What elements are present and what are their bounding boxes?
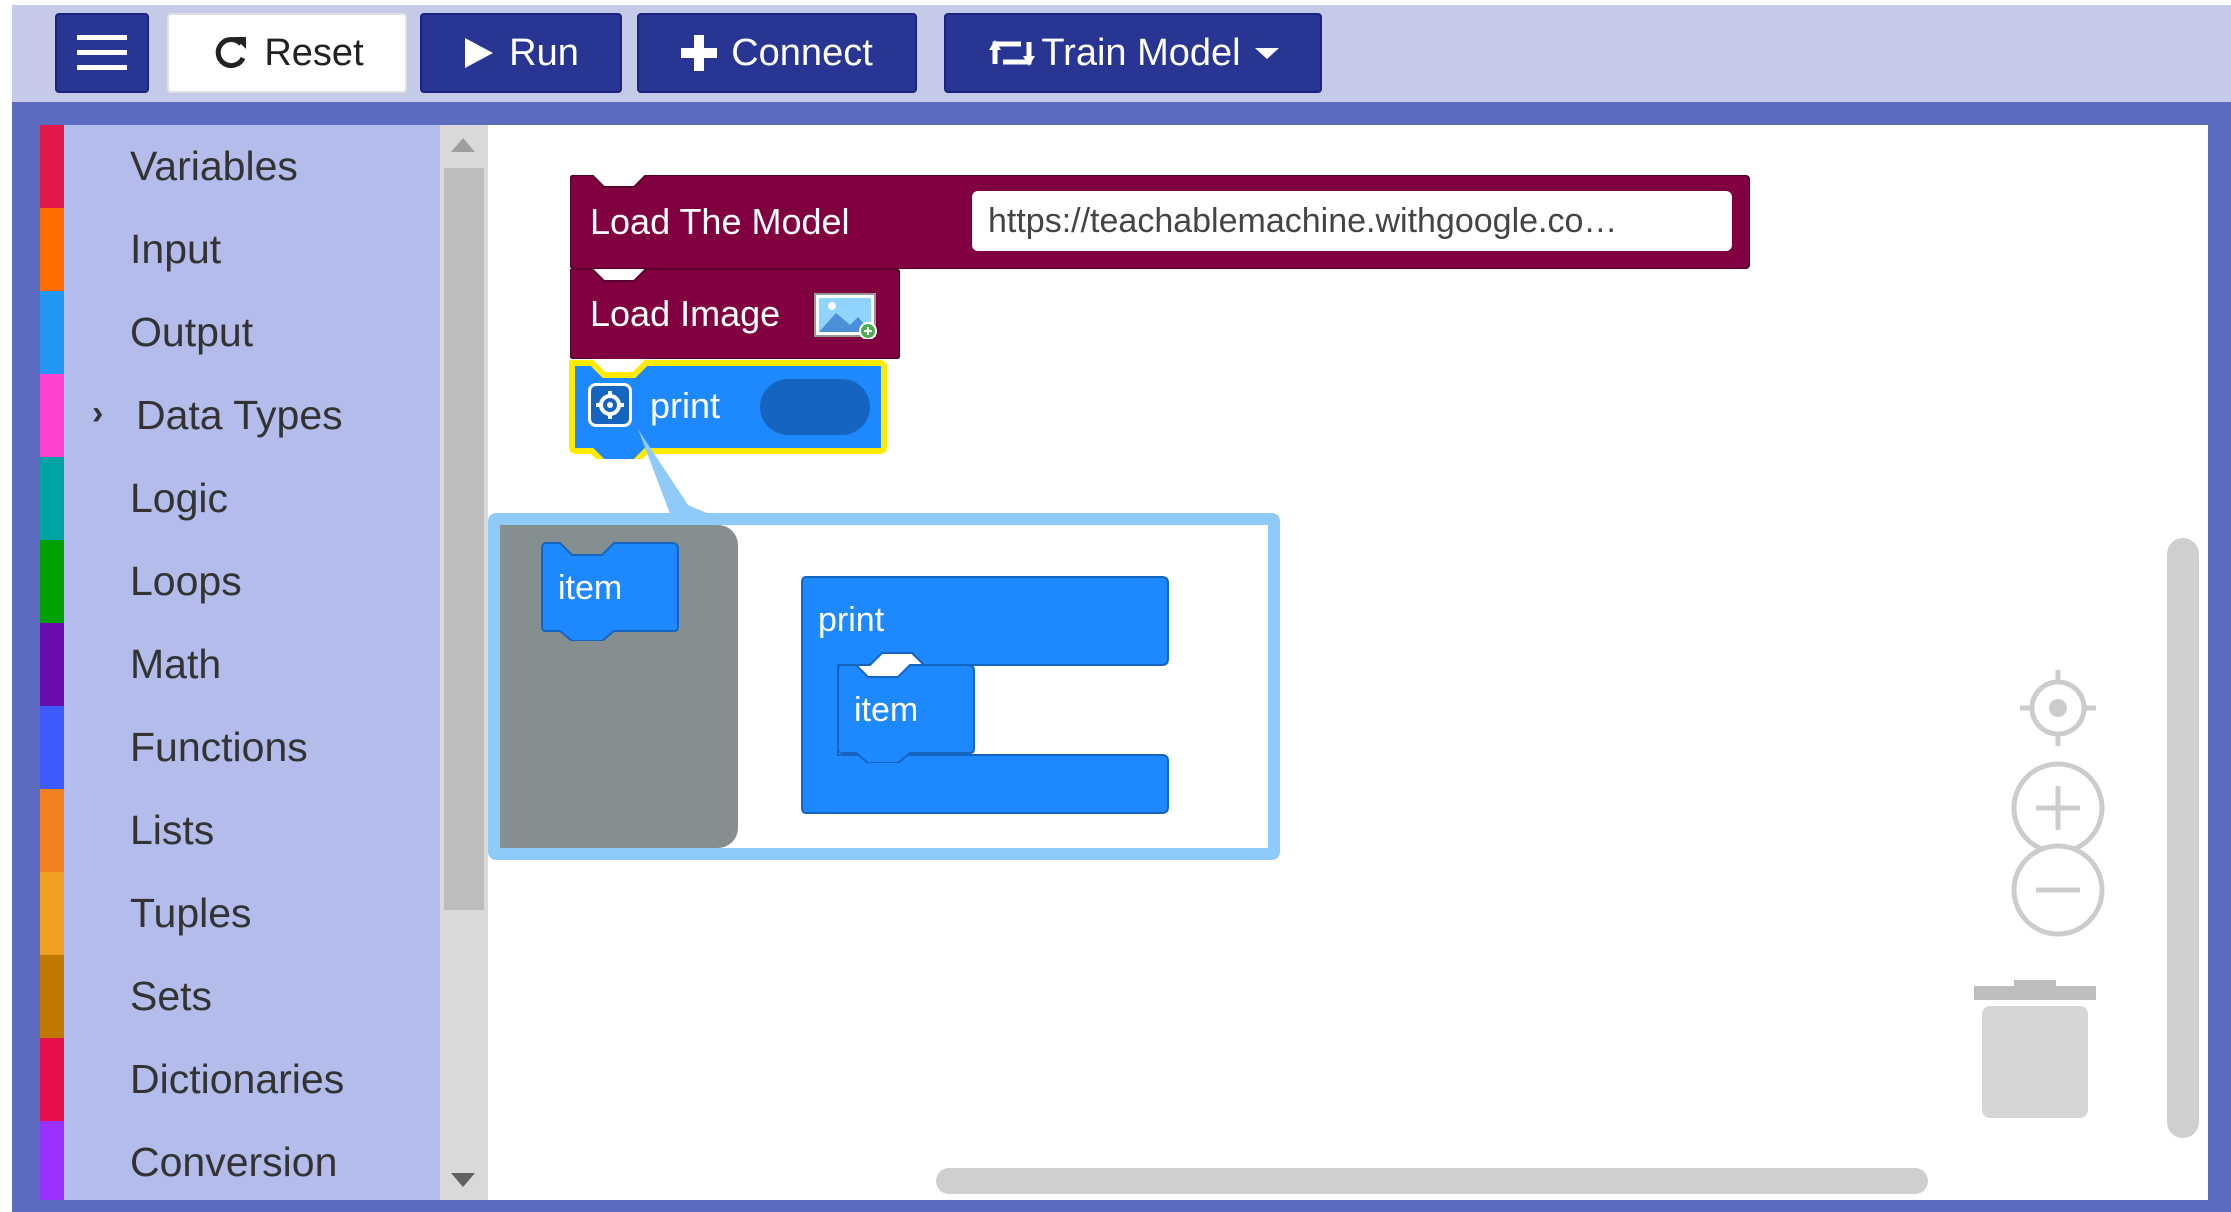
category-variables[interactable]: Variables <box>40 125 440 208</box>
mutator-canvas[interactable]: item print item <box>500 525 1268 848</box>
category-label: Functions <box>130 724 308 770</box>
scroll-down-arrow-icon[interactable] <box>451 1173 475 1187</box>
recenter-icon[interactable] <box>2008 658 2108 758</box>
category-color-bar <box>40 955 64 1038</box>
mutator-inner-item-block[interactable]: item <box>836 663 976 763</box>
inner-item-label: item <box>854 691 919 729</box>
trash-icon[interactable] <box>1970 980 2100 1120</box>
connect-button[interactable]: Connect <box>637 13 917 93</box>
category-label: Loops <box>130 558 242 604</box>
zoom-out-icon[interactable] <box>2008 840 2108 940</box>
load-image-block[interactable]: Load Image <box>570 269 900 359</box>
category-data-types[interactable]: › Data Types <box>40 374 440 457</box>
category-sets[interactable]: Sets <box>40 955 440 1038</box>
category-loops[interactable]: Loops <box>40 540 440 623</box>
hamburger-icon <box>77 35 127 70</box>
category-label: Math <box>130 641 222 687</box>
image-icon[interactable] <box>814 293 878 339</box>
category-tuples[interactable]: Tuples <box>40 872 440 955</box>
category-lists[interactable]: Lists <box>40 789 440 872</box>
category-label: Logic <box>130 475 229 521</box>
run-label: Run <box>509 31 579 74</box>
category-input[interactable]: Input <box>40 208 440 291</box>
category-color-bar <box>40 125 64 208</box>
load-model-block[interactable]: Load The Model https://teachablemachine.… <box>570 175 1750 269</box>
category-label: Conversion <box>130 1139 338 1185</box>
flyout-item-block[interactable]: item <box>540 541 680 641</box>
category-output[interactable]: Output <box>40 291 440 374</box>
run-button[interactable]: Run <box>420 13 622 93</box>
category-color-bar <box>40 374 64 457</box>
category-label: Lists <box>130 807 215 853</box>
category-conversion[interactable]: Conversion <box>40 1121 440 1200</box>
category-logic[interactable]: Logic <box>40 457 440 540</box>
category-label: Sets <box>130 973 213 1019</box>
category-label: Variables <box>130 143 298 189</box>
menu-button[interactable] <box>55 13 149 93</box>
workspace-horizontal-scrollbar[interactable] <box>936 1168 1928 1194</box>
workspace-vertical-scrollbar[interactable] <box>2167 538 2199 1138</box>
toolbox-scrollbar-thumb[interactable] <box>444 168 484 910</box>
category-color-bar <box>40 540 64 623</box>
category-color-bar <box>40 457 64 540</box>
category-color-bar <box>40 1121 64 1200</box>
category-color-bar <box>40 1038 64 1121</box>
gear-icon <box>596 391 624 419</box>
model-url-text: https://teachablemachine.withgoogle.co… <box>988 201 1618 240</box>
category-label: Input <box>130 226 222 272</box>
category-color-bar <box>40 623 64 706</box>
caret-down-icon <box>1254 48 1279 59</box>
load-image-label: Load Image <box>590 293 781 334</box>
category-label: Data Types <box>136 392 343 438</box>
category-color-bar <box>40 208 64 291</box>
play-icon <box>465 38 494 68</box>
category-functions[interactable]: Functions <box>40 706 440 789</box>
category-dictionaries[interactable]: Dictionaries <box>40 1038 440 1121</box>
chevron-right-icon: › <box>92 394 104 432</box>
mutator-bubble[interactable]: item print item <box>488 513 1280 860</box>
refresh-icon <box>216 37 247 69</box>
load-model-label: Load The Model <box>590 201 850 242</box>
toolbar: Reset Run Connect Train Model <box>12 5 2231 102</box>
reset-button[interactable]: Reset <box>167 13 407 93</box>
blockly-workspace[interactable]: Load The Model https://teachablemachine.… <box>488 125 2208 1200</box>
retweet-icon <box>989 40 1036 66</box>
category-math[interactable]: Math <box>40 623 440 706</box>
model-url-field[interactable]: https://teachablemachine.withgoogle.co… <box>972 191 1732 251</box>
scroll-up-arrow-icon[interactable] <box>451 138 475 152</box>
mutator-print-container-block[interactable]: print item <box>800 575 1180 817</box>
toolbox: Variables Input Output › Data Types Logi… <box>40 125 440 1200</box>
category-color-bar <box>40 872 64 955</box>
category-label: Dictionaries <box>130 1056 345 1102</box>
mutator-gear-button[interactable] <box>588 383 632 427</box>
connect-label: Connect <box>731 31 873 74</box>
reset-label: Reset <box>264 31 364 74</box>
category-label: Output <box>130 309 254 355</box>
train-model-label: Train Model <box>1041 31 1241 74</box>
plus-icon <box>681 35 718 71</box>
category-color-bar <box>40 789 64 872</box>
category-label: Tuples <box>130 890 252 936</box>
train-model-button[interactable]: Train Model <box>944 13 1322 93</box>
mutator-container-label: print <box>818 601 885 639</box>
print-label: print <box>650 385 721 426</box>
category-color-bar <box>40 291 64 374</box>
category-color-bar <box>40 706 64 789</box>
flyout-item-label: item <box>558 569 623 607</box>
